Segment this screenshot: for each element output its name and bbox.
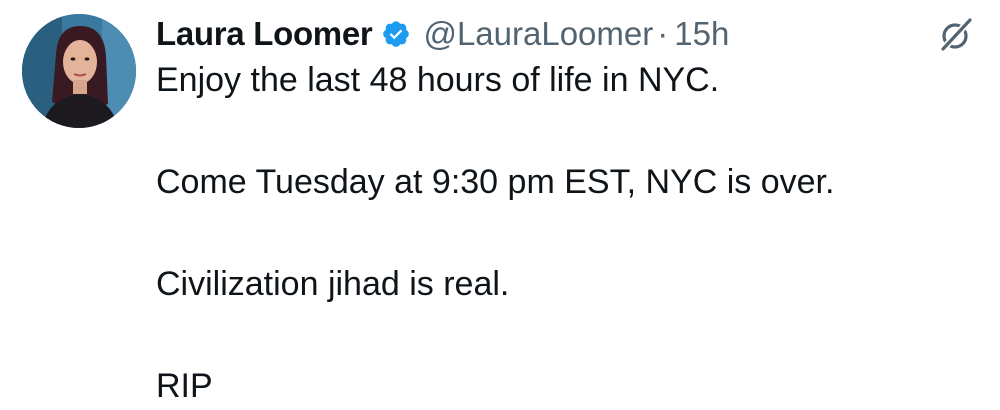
tweet-text-line: Come Tuesday at 9:30 pm EST, NYC is over… (156, 163, 835, 201)
verified-badge-icon[interactable] (381, 19, 411, 49)
tweet-header: Laura Loomer @LauraLoomer · 15h (156, 10, 729, 58)
display-name[interactable]: Laura Loomer (156, 15, 373, 53)
tweet-text-line: Enjoy the last 48 hours of life in NYC. (156, 61, 720, 99)
grok-icon[interactable] (937, 16, 975, 54)
tweet-text-line: RIP (156, 367, 213, 405)
separator-dot: · (657, 15, 669, 52)
author-handle[interactable]: @LauraLoomer (423, 15, 653, 53)
tweet-text: Enjoy the last 48 hours of life in NYC. … (156, 60, 956, 406)
profile-photo (22, 14, 136, 128)
tweet-text-line: Civilization jihad is real. (156, 265, 510, 303)
tweet-timestamp[interactable]: 15h (674, 15, 729, 53)
avatar[interactable] (22, 14, 136, 128)
tweet[interactable]: Laura Loomer @LauraLoomer · 15h Enjoy th… (0, 0, 1000, 410)
